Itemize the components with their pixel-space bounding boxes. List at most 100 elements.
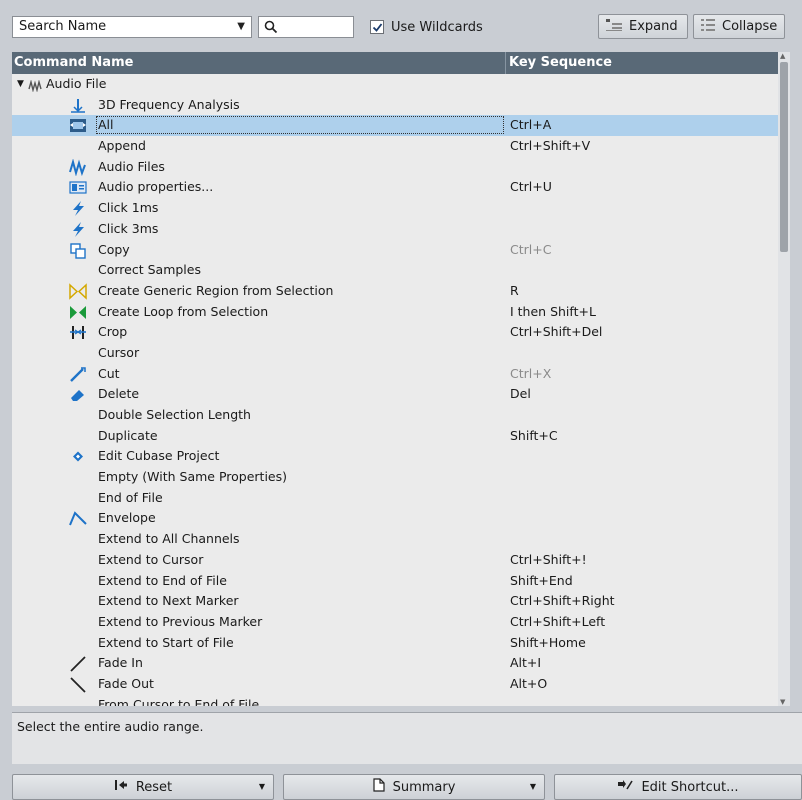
use-wildcards-label: Use Wildcards xyxy=(391,19,483,35)
table-row[interactable]: Extend to End of File Shift+End xyxy=(12,571,782,592)
command-name: Audio properties... xyxy=(98,179,214,195)
table-row[interactable]: Extend to Start of File Shift+Home xyxy=(12,633,782,654)
table-row[interactable]: Cut Ctrl+X xyxy=(12,364,782,385)
key-sequence: Shift+Home xyxy=(510,634,586,650)
table-row[interactable]: Click 3ms xyxy=(12,219,782,240)
focus-rectangle xyxy=(96,116,504,135)
table-row[interactable]: Double Selection Length xyxy=(12,405,782,426)
command-name: Extend to All Channels xyxy=(98,531,240,547)
table-row[interactable]: 3D Frequency Analysis xyxy=(12,95,782,116)
edit-shortcut-button[interactable]: Edit Shortcut... xyxy=(554,774,802,800)
table-row[interactable]: From Cursor to End of File xyxy=(12,695,782,706)
document-icon xyxy=(372,778,385,796)
command-name: Empty (With Same Properties) xyxy=(98,469,287,485)
vertical-scrollbar[interactable]: ▲ ▼ xyxy=(778,52,790,706)
command-name: Edit Cubase Project xyxy=(98,448,220,464)
expand-button[interactable]: Expand xyxy=(598,14,688,39)
table-row[interactable]: Extend to Previous Marker Ctrl+Shift+Left xyxy=(12,612,782,633)
chevron-down-icon[interactable]: ▼ xyxy=(259,782,265,791)
search-input[interactable] xyxy=(258,16,354,38)
edit-shortcut-icon xyxy=(617,779,634,795)
summary-label: Summary xyxy=(392,779,456,795)
column-header-command-name[interactable]: Command Name xyxy=(14,55,133,70)
command-name: Delete xyxy=(98,386,140,402)
table-row[interactable]: Delete Del xyxy=(12,384,782,405)
table-row[interactable]: Envelope xyxy=(12,508,782,529)
scroll-down-arrow-icon[interactable]: ▼ xyxy=(780,698,785,706)
table-header: Command Name Key Sequence xyxy=(12,52,790,74)
reset-label: Reset xyxy=(135,779,173,795)
collapse-button[interactable]: Collapse xyxy=(693,14,785,39)
tree-node-audio-file[interactable]: ▼ Audio File xyxy=(12,74,782,95)
table-row[interactable]: Fade Out Alt+O xyxy=(12,674,782,695)
table-row[interactable]: Create Generic Region from Selection R xyxy=(12,281,782,302)
table-row[interactable]: Duplicate Shift+C xyxy=(12,426,782,447)
table-row[interactable]: Extend to Cursor Ctrl+Shift+! xyxy=(12,550,782,571)
expand-caret-icon[interactable]: ▼ xyxy=(17,74,24,95)
command-name: Cut xyxy=(98,365,120,381)
command-name: Crop xyxy=(98,324,128,340)
crop-icon xyxy=(69,324,87,341)
chevron-down-icon[interactable]: ▼ xyxy=(530,782,536,791)
table-row[interactable]: Correct Samples xyxy=(12,260,782,281)
key-sequence: Shift+C xyxy=(510,427,558,443)
column-header-key-sequence[interactable]: Key Sequence xyxy=(509,55,612,70)
command-name: Create Generic Region from Selection xyxy=(98,282,334,298)
command-name: Cursor xyxy=(98,344,140,360)
reset-button[interactable]: Reset ▼ xyxy=(12,774,274,800)
command-name: 3D Frequency Analysis xyxy=(98,96,240,112)
description-text: Select the entire audio range. xyxy=(17,719,204,734)
key-sequence: I then Shift+L xyxy=(510,303,596,319)
table-row[interactable]: Extend to Next Marker Ctrl+Shift+Right xyxy=(12,591,782,612)
table-row[interactable]: Edit Cubase Project xyxy=(12,446,782,467)
table-row[interactable]: Empty (With Same Properties) xyxy=(12,467,782,488)
table-row[interactable]: Audio Files xyxy=(12,157,782,178)
table-row[interactable]: Crop Ctrl+Shift+Del xyxy=(12,322,782,343)
cut-icon xyxy=(69,366,87,383)
column-divider[interactable] xyxy=(505,52,506,74)
table-row[interactable]: Cursor xyxy=(12,343,782,364)
table-row[interactable]: Copy Ctrl+C xyxy=(12,240,782,261)
summary-button[interactable]: Summary ▼ xyxy=(283,774,545,800)
key-sequence: Del xyxy=(510,386,531,402)
key-sequence: Ctrl+Shift+! xyxy=(510,551,587,567)
key-sequence: Ctrl+U xyxy=(510,179,552,195)
search-mode-dropdown[interactable]: Search Name ▼ xyxy=(12,16,252,38)
table-row[interactable]: All Ctrl+A xyxy=(12,115,782,137)
table-row[interactable]: Audio properties... Ctrl+U xyxy=(12,177,782,198)
scrollbar-thumb[interactable] xyxy=(780,62,788,252)
table-row[interactable]: Append Ctrl+Shift+V xyxy=(12,136,782,157)
command-name: Copy xyxy=(98,241,130,257)
fade-in-icon xyxy=(69,655,87,672)
collapse-icon xyxy=(700,18,716,36)
table-row[interactable]: Extend to All Channels xyxy=(12,529,782,550)
table-row[interactable]: Create Loop from Selection I then Shift+L xyxy=(12,302,782,323)
table-row[interactable]: Click 1ms xyxy=(12,198,782,219)
command-description: Select the entire audio range. xyxy=(12,712,802,764)
command-name: Create Loop from Selection xyxy=(98,303,269,319)
tree-node-label: Audio File xyxy=(46,76,107,91)
waveform-icon xyxy=(69,158,87,177)
toolbar: Search Name ▼ Use Wildcards Expand Colla… xyxy=(0,0,802,50)
envelope-icon xyxy=(69,510,87,527)
chevron-down-icon: ▼ xyxy=(237,21,245,32)
key-sequence: Ctrl+Shift+V xyxy=(510,138,591,154)
expand-label: Expand xyxy=(629,19,678,34)
fade-out-icon xyxy=(69,676,87,693)
table-row[interactable]: End of File xyxy=(12,488,782,509)
key-sequence: Ctrl+A xyxy=(510,117,552,133)
checkmark-icon xyxy=(372,23,383,32)
command-name: Click 1ms xyxy=(98,200,159,216)
command-name: Extend to Start of File xyxy=(98,634,234,650)
3d-analysis-icon xyxy=(69,97,87,114)
command-name: Fade In xyxy=(98,655,143,671)
select-all-icon xyxy=(69,117,87,134)
loop-icon xyxy=(69,304,87,321)
scroll-up-arrow-icon[interactable]: ▲ xyxy=(780,52,785,60)
use-wildcards-checkbox[interactable] xyxy=(370,20,384,34)
key-sequence: Ctrl+Shift+Del xyxy=(510,324,603,340)
command-name: Extend to Cursor xyxy=(98,551,204,567)
use-wildcards-option[interactable]: Use Wildcards xyxy=(370,16,483,38)
table-row[interactable]: Fade In Alt+I xyxy=(12,653,782,674)
command-name: Append xyxy=(98,138,146,154)
